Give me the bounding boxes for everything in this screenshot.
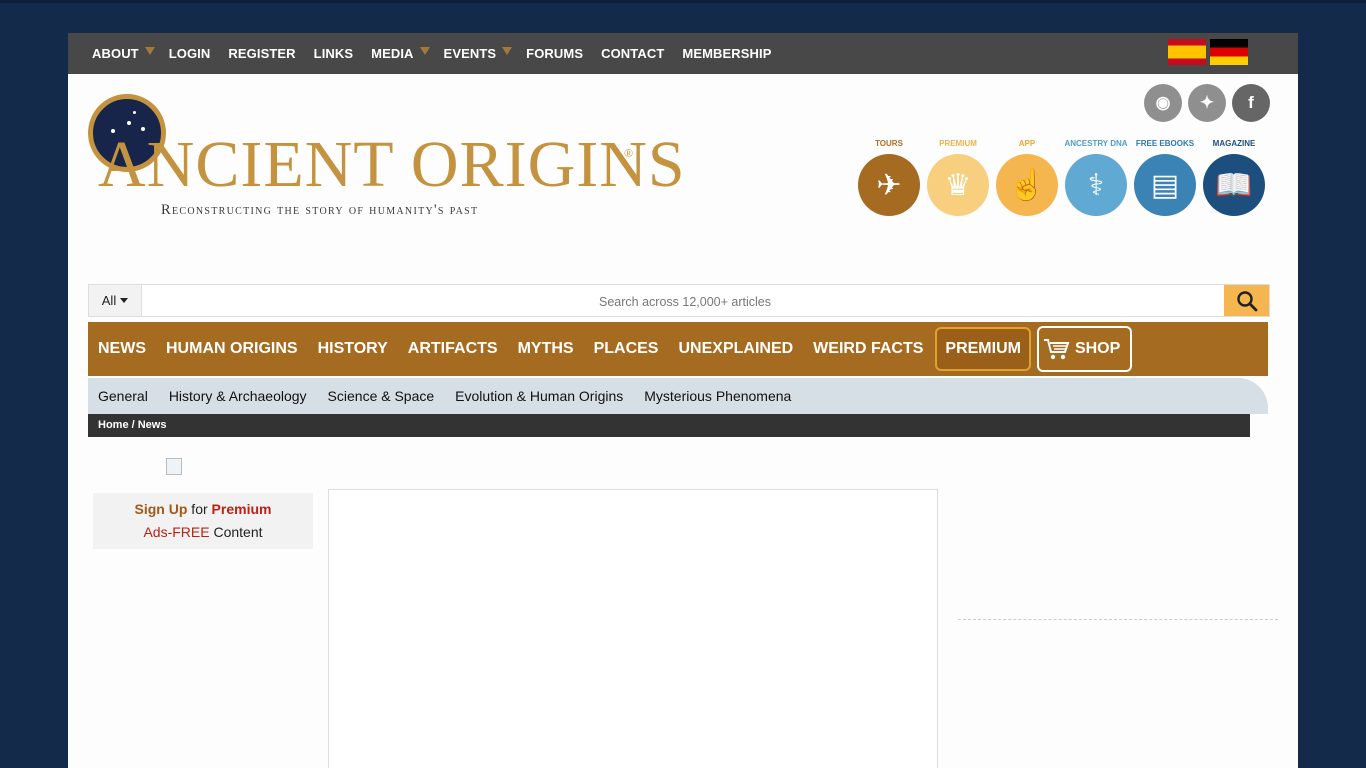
top-nav-label: MEDIA <box>371 46 414 61</box>
caret-down-icon <box>502 46 513 55</box>
main-nav-myths[interactable]: MYTHS <box>518 340 574 358</box>
top-nav-links[interactable]: LINKS <box>314 46 354 61</box>
top-nav-label: LINKS <box>313 46 354 61</box>
tours-label: TOURS <box>875 139 903 148</box>
main-nav-list: NEWS HUMAN ORIGINS HISTORY ARTIFACTS MYTHS PL… <box>98 322 1152 376</box>
broken-image-icon <box>166 458 182 475</box>
breadcrumb-current: News <box>137 419 167 431</box>
dna-icon: ⚕ <box>1065 154 1127 216</box>
search-category-select[interactable]: All <box>89 285 142 316</box>
promo-adsfree: Ads-FREE <box>143 524 210 540</box>
logo-tagline: Reconstructing the story of humanity's p… <box>161 202 479 218</box>
tours-button[interactable]: TOURS ✈ <box>858 139 920 216</box>
top-nav-label: FORUMS <box>526 46 584 61</box>
app-button[interactable]: APP ☝ <box>996 139 1058 216</box>
top-nav-register[interactable]: REGISTER <box>228 46 295 61</box>
ancestry-dna-button[interactable]: ANCESTRY DNA ⚕ <box>1064 139 1128 216</box>
top-nav-membership[interactable]: MEMBERSHIP <box>682 46 771 61</box>
top-nav-label: EVENTS <box>443 46 497 61</box>
social-links: ◉ ✦ f <box>1144 84 1270 122</box>
globe-plane-icon: ✈ <box>858 154 920 216</box>
promo-signup-link[interactable]: Sign Up <box>135 501 188 517</box>
magazine-label: MAGAZINE <box>1212 139 1256 148</box>
app-label: APP <box>1018 139 1036 148</box>
main-nav-artifacts[interactable]: ARTIFACTS <box>408 340 498 358</box>
top-nav-label: MEMBERSHIP <box>682 46 772 61</box>
breadcrumb: Home / News <box>88 414 1250 437</box>
page-container: ABOUT LOGIN REGISTER LINKS MEDIA EVENTS FORUMS… <box>68 33 1298 768</box>
main-nav-shop[interactable]: SHOP <box>1036 326 1133 372</box>
search-bar: All <box>88 284 1270 318</box>
sub-nav-science-and-space[interactable]: Science & Space <box>328 388 435 404</box>
ancestry-dna-label: ANCESTRY DNA <box>1064 139 1128 148</box>
main-content-frame <box>328 489 938 768</box>
top-nav-forums[interactable]: FORUMS <box>526 46 583 61</box>
promo-line-2: Ads-FREE Content <box>93 521 313 544</box>
top-nav-list: ABOUT LOGIN REGISTER LINKS MEDIA EVENTS FORUMS… <box>92 46 790 61</box>
sub-nav-history-and-archaeology[interactable]: History & Archaeology <box>169 388 307 404</box>
top-nav-events[interactable]: EVENTS <box>443 46 513 61</box>
magazine-button[interactable]: MAGAZINE 📖 <box>1203 139 1265 216</box>
shopping-cart-icon <box>1043 339 1070 360</box>
caret-down-icon <box>144 46 155 55</box>
search-button[interactable] <box>1224 285 1269 316</box>
premium-label: PREMIUM <box>939 139 977 148</box>
top-strip <box>0 0 1366 3</box>
search-input[interactable] <box>142 285 1228 318</box>
free-ebooks-label: FREE EBOOKS <box>1135 139 1195 148</box>
top-nav-label: CONTACT <box>601 46 665 61</box>
sub-navigation: General History & Archaeology Science & Sp… <box>88 378 1268 414</box>
promo-content: Content <box>209 524 263 540</box>
main-nav-premium[interactable]: PREMIUM <box>935 327 1031 371</box>
promo-line-1: Sign Up for Premium <box>93 498 313 521</box>
germany-flag-icon[interactable] <box>1210 39 1248 65</box>
phone-icon: ☝ <box>996 154 1058 216</box>
spain-flag-icon[interactable] <box>1168 39 1206 65</box>
logo-name: ANCIENT ORIGINS <box>98 128 686 201</box>
feature-buttons: TOURS ✈ PREMIUM ♛ APP ☝ ANCESTRY DNA ⚕ FREE EBOO… <box>858 139 1265 216</box>
facebook-icon[interactable]: f <box>1232 84 1270 122</box>
search-icon <box>1236 290 1257 311</box>
ebook-icon: ▤ <box>1134 154 1196 216</box>
premium-button[interactable]: PREMIUM ♛ <box>927 139 989 216</box>
main-nav-weird-facts[interactable]: WEIRD FACTS <box>813 340 923 358</box>
promo-for: for <box>187 501 212 517</box>
top-nav-label: REGISTER <box>228 46 296 61</box>
top-nav-about[interactable]: ABOUT <box>92 46 155 61</box>
top-nav-label: ABOUT <box>92 46 139 61</box>
free-ebooks-button[interactable]: FREE EBOOKS ▤ <box>1134 139 1196 216</box>
search-category-value: All <box>101 293 117 308</box>
top-nav-media[interactable]: MEDIA <box>371 46 430 61</box>
logo-registered-mark: ® <box>624 146 634 160</box>
rss-icon[interactable]: ◉ <box>1144 84 1182 122</box>
book-icon: 📖 <box>1203 154 1265 216</box>
sidebar-divider <box>958 619 1278 620</box>
promo-premium-link[interactable]: Premium <box>212 501 272 517</box>
language-flags <box>1168 39 1248 65</box>
top-nav-login[interactable]: LOGIN <box>169 46 211 61</box>
sub-nav-evolution-and-human-origins[interactable]: Evolution & Human Origins <box>455 388 623 404</box>
main-navigation: NEWS HUMAN ORIGINS HISTORY ARTIFACTS MYTHS PL… <box>88 322 1268 376</box>
shop-label: SHOP <box>1074 340 1121 357</box>
main-nav-unexplained[interactable]: UNEXPLAINED <box>678 340 793 358</box>
sub-nav-mysterious-phenomena[interactable]: Mysterious Phenomena <box>644 388 791 404</box>
caret-down-icon <box>120 298 129 303</box>
sub-nav-general[interactable]: General <box>98 388 148 404</box>
main-nav-human-origins[interactable]: HUMAN ORIGINS <box>166 340 298 358</box>
breadcrumb-home[interactable]: Home <box>98 419 129 431</box>
premium-promo[interactable]: Sign Up for Premium Ads-FREE Content <box>93 493 313 549</box>
crown-icon: ♛ <box>927 154 989 216</box>
main-nav-history[interactable]: HISTORY <box>318 340 388 358</box>
twitter-icon[interactable]: ✦ <box>1188 84 1226 122</box>
site-logo[interactable]: ANCIENT ORIGINS ® Reconstructing the sto… <box>88 94 685 224</box>
breadcrumb-separator: / <box>128 419 138 431</box>
top-nav-label: LOGIN <box>168 46 211 61</box>
top-nav-contact[interactable]: CONTACT <box>601 46 664 61</box>
top-navigation: ABOUT LOGIN REGISTER LINKS MEDIA EVENTS FORUMS… <box>68 33 1298 74</box>
main-nav-news[interactable]: NEWS <box>98 340 146 358</box>
caret-down-icon <box>419 46 430 55</box>
main-nav-places[interactable]: PLACES <box>594 340 659 358</box>
sub-nav-list: General History & Archaeology Science & Sp… <box>98 378 812 414</box>
